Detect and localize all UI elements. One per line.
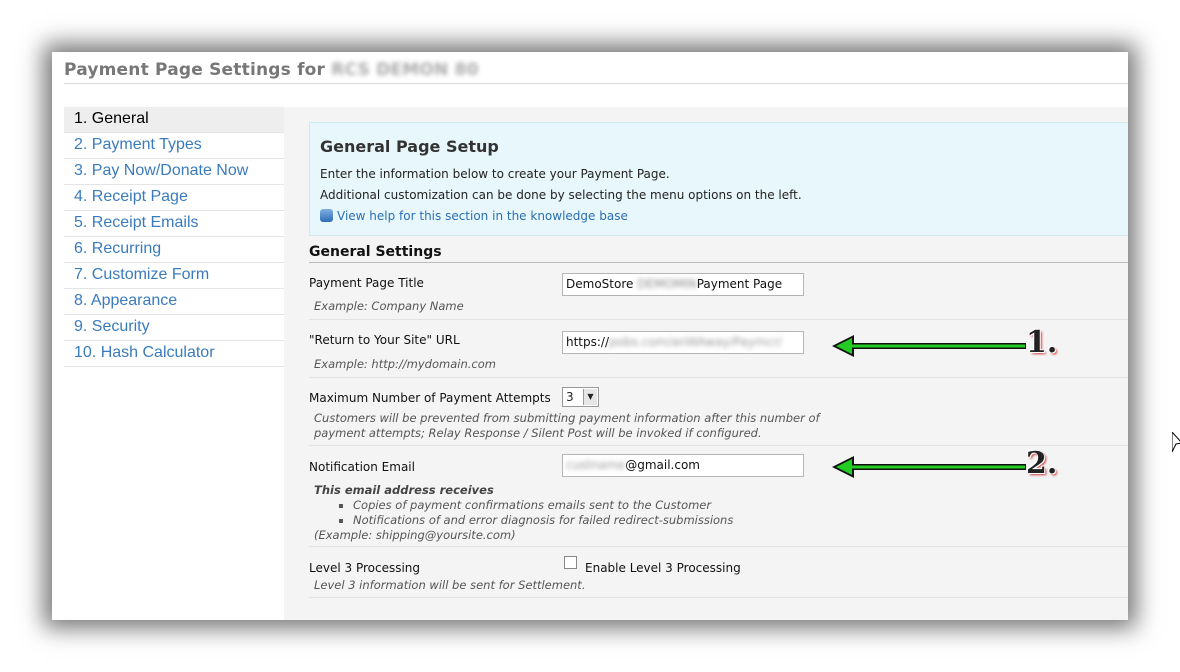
sidebar-item-general[interactable]: 1. General <box>64 107 284 133</box>
sidebar-item-hash-calculator[interactable]: 10. Hash Calculator <box>64 341 284 367</box>
notification-email-input[interactable]: custname@gmail.com <box>562 454 804 477</box>
return-url-label: "Return to Your Site" URL <box>309 333 460 347</box>
notification-email-hint-heading: This email address receives <box>314 483 494 497</box>
knowledge-base-link[interactable]: View help for this section in the knowle… <box>320 209 628 223</box>
row-divider <box>309 445 1128 446</box>
sidebar-item-payment-types[interactable]: 2. Payment Types <box>64 133 284 159</box>
annotation-label-1: 1. <box>1026 325 1058 360</box>
list-item: Notifications of and error diagnosis for… <box>353 513 733 528</box>
sidebar-item-customize-form[interactable]: 7. Customize Form <box>64 263 284 289</box>
annotation-arrow-1 <box>832 335 1026 357</box>
max-attempts-hint-2: payment attempts; Relay Response / Silen… <box>314 426 762 440</box>
payment-page-title-label: Payment Page Title <box>309 276 424 290</box>
max-attempts-select[interactable]: 3 ▼ <box>562 387 599 407</box>
sidebar-item-receipt-page[interactable]: 4. Receipt Page <box>64 185 284 211</box>
page-title: Payment Page Settings for RCS DEMON 80 <box>64 60 479 80</box>
list-item: Copies of payment confirmations emails s… <box>353 498 733 513</box>
sidebar-item-pay-now-donate-now[interactable]: 3. Pay Now/Donate Now <box>64 159 284 185</box>
row-divider <box>309 377 1128 378</box>
level3-hint: Level 3 information will be sent for Set… <box>314 578 586 592</box>
notification-email-example: (Example: shipping@yoursite.com) <box>314 528 516 542</box>
chevron-down-icon: ▼ <box>583 389 597 405</box>
max-attempts-label: Maximum Number of Payment Attempts <box>309 391 551 405</box>
row-divider <box>309 319 1128 320</box>
section-divider <box>309 262 1128 263</box>
row-divider <box>309 546 1128 547</box>
setup-title: General Page Setup <box>320 137 499 156</box>
blurred-account-name: RCS DEMON 80 <box>331 60 479 80</box>
main-content: General Page Setup Enter the information… <box>284 107 1128 620</box>
help-icon <box>320 209 333 222</box>
level3-checkbox-label[interactable]: Enable Level 3 Processing <box>585 561 741 575</box>
return-url-input[interactable]: https://pobs.com/anWAway/Paymcr/ <box>562 331 804 354</box>
max-attempts-hint-1: Customers will be prevented from submitt… <box>314 411 820 425</box>
level3-checkbox[interactable] <box>564 556 577 569</box>
sidebar-nav: 1. General 2. Payment Types 3. Pay Now/D… <box>64 107 284 367</box>
title-divider <box>64 83 1128 84</box>
setup-description-2: Additional customization can be done by … <box>320 188 802 202</box>
mouse-cursor-icon <box>1172 432 1180 453</box>
payment-page-title-example: Example: Company Name <box>314 299 464 313</box>
payment-page-title-input[interactable]: DemoStore DEMOMINPayment Page <box>562 273 804 296</box>
return-url-example: Example: http://mydomain.com <box>314 357 496 371</box>
general-settings-heading: General Settings <box>309 244 442 260</box>
setup-description-1: Enter the information below to create yo… <box>320 167 670 181</box>
sidebar-item-security[interactable]: 9. Security <box>64 315 284 341</box>
general-page-setup-box: General Page Setup Enter the information… <box>309 122 1128 236</box>
annotation-label-2: 2. <box>1026 446 1058 481</box>
annotation-arrow-2 <box>832 456 1026 478</box>
sidebar-item-recurring[interactable]: 6. Recurring <box>64 237 284 263</box>
level3-label: Level 3 Processing <box>309 561 421 575</box>
notification-email-bullets: Copies of payment confirmations emails s… <box>314 498 733 528</box>
sidebar-item-receipt-emails[interactable]: 5. Receipt Emails <box>64 211 284 237</box>
row-divider <box>309 597 1128 598</box>
notification-email-label: Notification Email <box>309 460 415 474</box>
sidebar-item-appearance[interactable]: 8. Appearance <box>64 289 284 315</box>
